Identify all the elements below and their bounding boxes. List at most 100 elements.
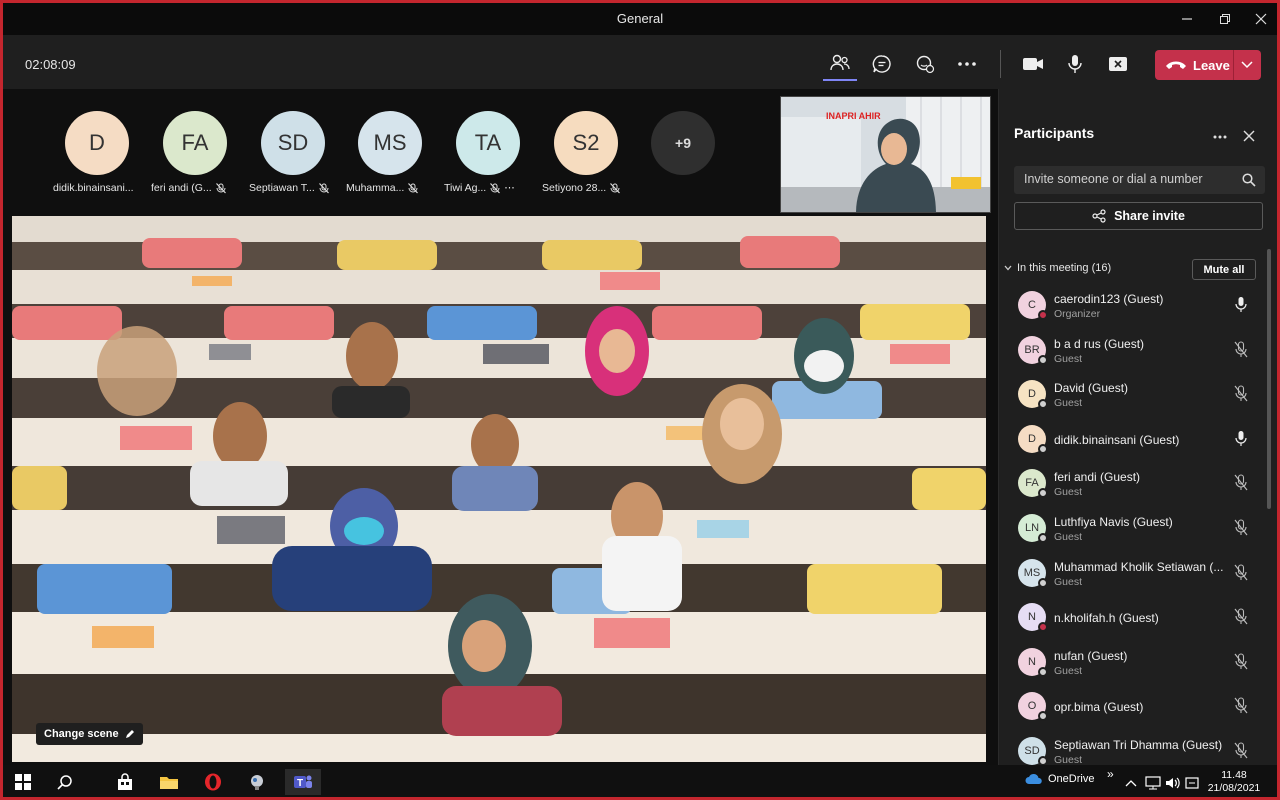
mic-button[interactable]: [1058, 47, 1092, 81]
network-icon[interactable]: [1145, 776, 1161, 790]
leave-button[interactable]: Leave: [1155, 50, 1261, 80]
participant-mic[interactable]: [1233, 697, 1249, 715]
panel-scrollbar[interactable]: [1267, 249, 1271, 509]
avatar: C: [1018, 291, 1048, 320]
meeting-stage: Ddidik.binainsani... FA feri andi (G... SD S…: [3, 89, 998, 765]
avatar: LN: [1018, 513, 1048, 543]
participant-mic[interactable]: [1233, 608, 1249, 626]
close-window-button[interactable]: [1243, 7, 1277, 31]
taskbar-search-button[interactable]: [51, 769, 79, 795]
avatar-name-row: didik.binainsani...: [53, 182, 153, 194]
avatar: MS: [1018, 558, 1048, 588]
participant-name: b a d rus (Guest): [1054, 336, 1145, 351]
together-mode-scene: [12, 216, 986, 762]
panel-more-icon[interactable]: [1213, 135, 1227, 139]
toolbar-divider: [1000, 50, 1001, 78]
participant-row[interactable]: FA feri andi (Guest) Guest: [999, 461, 1265, 506]
language-icon[interactable]: [1185, 776, 1199, 790]
camera-button[interactable]: [1016, 47, 1050, 81]
participant-mic[interactable]: [1233, 653, 1249, 671]
participant-row[interactable]: Ddidik.binainsani (Guest): [999, 417, 1265, 462]
participant-row[interactable]: Nnufan (Guest) Guest: [999, 640, 1265, 685]
avatar: N: [1018, 603, 1048, 633]
participant-row[interactable]: MS Muhammad Kholik Setiawan (... Guest: [999, 551, 1265, 596]
cloud-icon: [1025, 773, 1042, 784]
taskbar-clock[interactable]: 11.48 21/08/2021: [1203, 769, 1265, 795]
participant-row[interactable]: D David (Guest) Guest: [999, 372, 1265, 417]
self-video: INAPRI AHIR: [780, 96, 991, 213]
minimize-icon: [1182, 18, 1192, 20]
snipping-app[interactable]: [243, 769, 271, 795]
chevron-down-icon[interactable]: [1241, 61, 1253, 69]
onedrive-tray[interactable]: OneDrive: [1025, 773, 1094, 785]
svg-text:T: T: [297, 778, 303, 789]
share-screen-button[interactable]: [1101, 47, 1135, 81]
minimize-button[interactable]: [1169, 7, 1205, 31]
mic-off-icon: [490, 182, 501, 193]
chevron-down-icon: [1004, 265, 1012, 271]
restore-button[interactable]: [1207, 7, 1243, 31]
onedrive-label: OneDrive: [1048, 773, 1095, 785]
participant-mic[interactable]: [1233, 341, 1249, 359]
mute-all-button[interactable]: Mute all: [1192, 259, 1256, 280]
participant-row[interactable]: BR b a d rus (Guest) Guest: [999, 328, 1265, 373]
participant-mic[interactable]: [1233, 296, 1249, 314]
meeting-timer: 02:08:09: [25, 57, 76, 72]
participant-mic[interactable]: [1233, 385, 1249, 403]
overflow-participants-button[interactable]: +9: [651, 111, 715, 175]
participant-mic[interactable]: [1233, 564, 1249, 582]
clock-time: 11.48: [1221, 769, 1247, 781]
close-panel-icon[interactable]: [1243, 130, 1255, 142]
reactions-button[interactable]: [908, 47, 942, 81]
show-chat-button[interactable]: [865, 47, 899, 81]
participant-mic[interactable]: [1233, 474, 1249, 492]
avatar[interactable]: S2: [554, 111, 618, 175]
in-meeting-label: In this meeting (16): [1017, 262, 1112, 274]
opera-app[interactable]: [199, 769, 227, 795]
avatar[interactable]: SD: [261, 111, 325, 175]
mic-off-icon: [1234, 742, 1248, 759]
avatar[interactable]: MS: [358, 111, 422, 175]
change-scene-button[interactable]: Change scene: [36, 723, 143, 745]
participant-role: Guest: [1054, 352, 1083, 365]
tray-overflow[interactable]: »: [1107, 767, 1114, 781]
avatar-name-row: Muhamma...: [346, 182, 446, 194]
auditorium-background: [12, 216, 986, 762]
chevron-up-icon[interactable]: [1125, 779, 1137, 787]
avatar-initials: SD: [1024, 744, 1040, 757]
volume-icon[interactable]: [1165, 776, 1181, 790]
in-meeting-section-header[interactable]: In this meeting (16): [1004, 262, 1111, 274]
mic-off-icon: [610, 182, 621, 193]
participant-row[interactable]: Nn.kholifah.h (Guest): [999, 595, 1265, 640]
store-icon: [118, 773, 132, 790]
avatar-name: didik.binainsani...: [53, 182, 134, 194]
invite-input[interactable]: Invite someone or dial a number: [1014, 166, 1265, 194]
start-button[interactable]: [9, 769, 37, 795]
show-participants-button[interactable]: [823, 47, 857, 81]
avatar: SD: [1018, 736, 1048, 766]
store-app[interactable]: [111, 769, 139, 795]
participant-row[interactable]: LN Luthfiya Navis (Guest) Guest: [999, 506, 1265, 551]
share-invite-button[interactable]: Share invite: [1014, 202, 1263, 230]
avatar[interactable]: TA: [456, 111, 520, 175]
participant-mic[interactable]: [1233, 430, 1249, 448]
avatar-name: Muhamma...: [346, 182, 405, 194]
avatar-initials: O: [1027, 700, 1037, 713]
avatar[interactable]: D: [65, 111, 129, 175]
leave-label: Leave: [1193, 57, 1230, 73]
participant-name: n.kholifah.h (Guest): [1054, 611, 1159, 626]
more-actions-button[interactable]: [950, 47, 984, 81]
app-icon: [251, 775, 263, 790]
close-icon: [1255, 13, 1267, 25]
avatar-initials: BR: [1024, 343, 1040, 356]
participant-name: caerodin123 (Guest): [1054, 292, 1164, 306]
participant-row[interactable]: Oopr.bima (Guest): [999, 684, 1265, 729]
file-explorer-app[interactable]: [155, 769, 183, 795]
participant-mic[interactable]: [1233, 742, 1249, 760]
avatar-name: feri andi (G...: [151, 182, 212, 194]
avatar-more-button[interactable]: ⋯: [504, 182, 515, 194]
teams-app[interactable]: T: [285, 769, 321, 795]
participant-row[interactable]: Ccaerodin123 (Guest) Organizer: [999, 283, 1265, 328]
avatar[interactable]: FA: [163, 111, 227, 175]
participant-mic[interactable]: [1233, 519, 1249, 537]
